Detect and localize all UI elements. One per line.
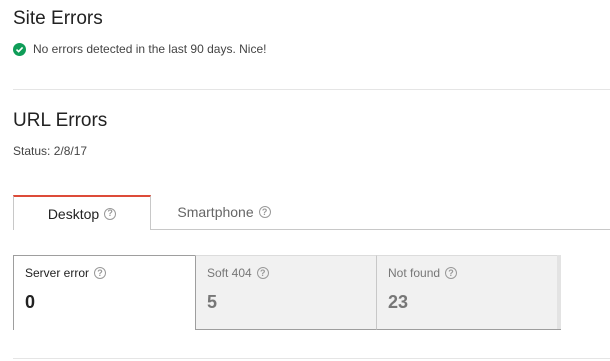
tab-desktop-label: Desktop	[47, 205, 100, 222]
metric-card-not-found[interactable]: Not found ? 23	[376, 255, 557, 330]
metric-label: Not found	[388, 266, 441, 280]
help-icon[interactable]: ?	[258, 206, 271, 218]
metric-label: Server error	[25, 266, 90, 280]
site-errors-status-text: No errors detected in the last 90 days. …	[33, 42, 267, 56]
section-divider	[13, 358, 610, 359]
site-errors-title: Site Errors	[13, 8, 103, 29]
metric-value: 23	[388, 292, 409, 312]
cards-scroll-edge	[557, 255, 561, 330]
section-divider	[13, 89, 610, 90]
help-icon[interactable]: ?	[445, 267, 458, 279]
metric-card-soft-404[interactable]: Soft 404 ? 5	[195, 255, 376, 330]
site-errors-status: No errors detected in the last 90 days. …	[13, 42, 266, 56]
metric-value: 5	[207, 292, 218, 312]
metric-label: Soft 404	[207, 266, 252, 280]
device-tabs: Desktop ? Smartphone ?	[13, 195, 610, 230]
metric-card-server-error[interactable]: Server error ? 0	[13, 255, 195, 330]
tab-smartphone-label: Smartphone	[177, 204, 254, 220]
help-icon[interactable]: ?	[104, 207, 117, 220]
tab-smartphone[interactable]: Smartphone ?	[159, 195, 289, 229]
page: Site Errors No errors detected in the la…	[0, 0, 610, 361]
help-icon[interactable]: ?	[256, 267, 269, 279]
tab-desktop[interactable]: Desktop ?	[13, 195, 151, 230]
metric-cards: Server error ? 0 Soft 404 ? 5 Not found …	[13, 255, 561, 331]
metric-value: 0	[25, 292, 36, 312]
url-errors-status: Status: 2/8/17	[13, 144, 88, 158]
tabs-baseline	[151, 229, 610, 230]
help-icon[interactable]: ?	[94, 267, 107, 279]
check-circle-icon	[13, 42, 26, 56]
url-errors-title: URL Errors	[13, 110, 108, 131]
